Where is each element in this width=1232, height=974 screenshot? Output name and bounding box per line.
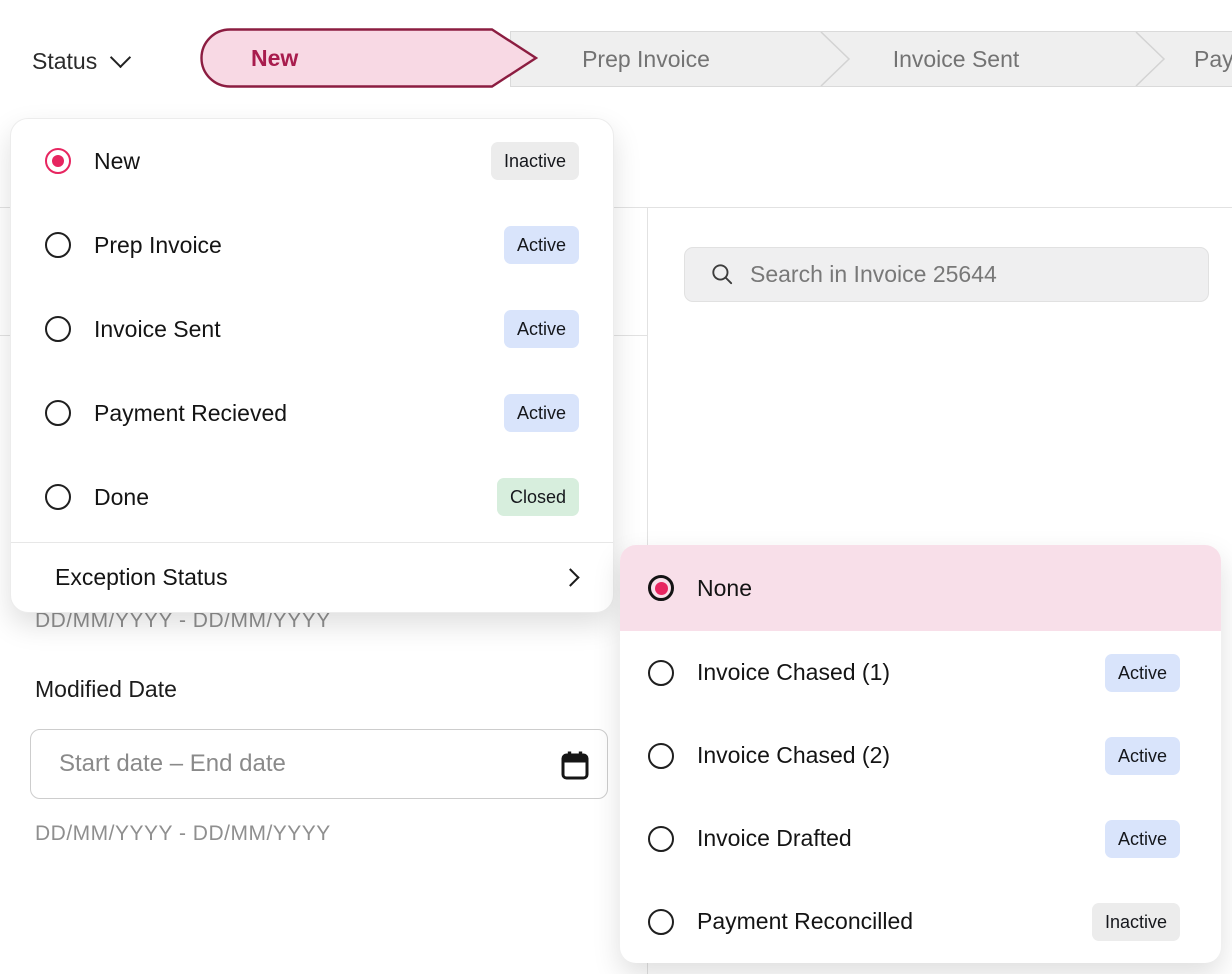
search-bar[interactable] <box>684 247 1209 302</box>
status-option-new[interactable]: New Inactive <box>11 119 613 203</box>
status-filter-trigger[interactable]: Status <box>32 48 128 75</box>
radio-selected-icon[interactable] <box>45 148 71 174</box>
exception-status-submenu: None Invoice Chased (1) Active Invoice C… <box>620 545 1221 963</box>
status-option-label: Prep Invoice <box>94 232 222 259</box>
status-badge: Active <box>1105 737 1180 775</box>
status-option-label: New <box>94 148 140 175</box>
step-prep-invoice[interactable]: Prep Invoice <box>582 32 710 86</box>
status-badge: Active <box>504 394 579 432</box>
status-dropdown-menu: New Inactive Prep Invoice Active Invoice… <box>10 118 614 613</box>
status-option-prep-invoice[interactable]: Prep Invoice Active <box>11 203 613 287</box>
radio-icon[interactable] <box>648 909 674 935</box>
step-new-current[interactable]: New <box>200 28 538 88</box>
exception-option-label: Invoice Chased (2) <box>697 742 890 769</box>
calendar-icon[interactable] <box>561 750 589 780</box>
status-option-done[interactable]: Done Closed <box>11 455 613 539</box>
status-badge: Active <box>1105 820 1180 858</box>
radio-icon[interactable] <box>648 743 674 769</box>
status-option-label: Payment Recieved <box>94 400 287 427</box>
status-badge: Active <box>504 310 579 348</box>
chevron-down-icon <box>110 47 131 68</box>
status-option-label: Invoice Sent <box>94 316 221 343</box>
chevron-right-icon <box>561 568 579 586</box>
search-icon <box>711 263 734 286</box>
status-option-payment-recieved[interactable]: Payment Recieved Active <box>11 371 613 455</box>
status-badge: Active <box>504 226 579 264</box>
radio-icon[interactable] <box>648 826 674 852</box>
modified-date-range-field[interactable] <box>30 729 608 799</box>
exception-option-label: None <box>697 575 752 602</box>
exception-status-item[interactable]: Exception Status <box>11 543 613 612</box>
exception-option-label: Invoice Drafted <box>697 825 852 852</box>
exception-option-label: Payment Reconcilled <box>697 908 913 935</box>
radio-selected-icon[interactable] <box>648 575 674 601</box>
status-badge: Active <box>1105 654 1180 692</box>
status-badge: Inactive <box>1092 903 1180 941</box>
radio-icon[interactable] <box>45 316 71 342</box>
date-format-hint: DD/MM/YYYY - DD/MM/YYYY <box>35 822 331 846</box>
invoice-status-filter-screen: Status Prep Invoice Invoice Sent Pay New… <box>0 0 1232 974</box>
exception-option-payment-reconcilled[interactable]: Payment Reconcilled Inactive <box>620 880 1221 963</box>
search-input[interactable] <box>750 248 1208 301</box>
exception-option-none[interactable]: None <box>620 545 1221 631</box>
step-invoice-sent[interactable]: Invoice Sent <box>893 32 1020 86</box>
exception-option-label: Invoice Chased (1) <box>697 659 890 686</box>
modified-date-label: Modified Date <box>35 676 177 703</box>
date-range-input[interactable] <box>31 730 607 798</box>
status-badge: Closed <box>497 478 579 516</box>
exception-option-invoice-chased-1[interactable]: Invoice Chased (1) Active <box>620 631 1221 714</box>
radio-icon[interactable] <box>45 484 71 510</box>
status-option-invoice-sent[interactable]: Invoice Sent Active <box>11 287 613 371</box>
status-option-label: Done <box>94 484 149 511</box>
step-payment[interactable]: Pay <box>1194 32 1232 86</box>
status-filter-label: Status <box>32 48 97 75</box>
step-new-label: New <box>251 28 298 88</box>
radio-icon[interactable] <box>648 660 674 686</box>
status-badge: Inactive <box>491 142 579 180</box>
exception-option-invoice-drafted[interactable]: Invoice Drafted Active <box>620 797 1221 880</box>
radio-icon[interactable] <box>45 400 71 426</box>
status-stepper: Prep Invoice Invoice Sent Pay <box>510 31 1232 87</box>
radio-icon[interactable] <box>45 232 71 258</box>
exception-status-label: Exception Status <box>55 564 228 591</box>
exception-option-invoice-chased-2[interactable]: Invoice Chased (2) Active <box>620 714 1221 797</box>
